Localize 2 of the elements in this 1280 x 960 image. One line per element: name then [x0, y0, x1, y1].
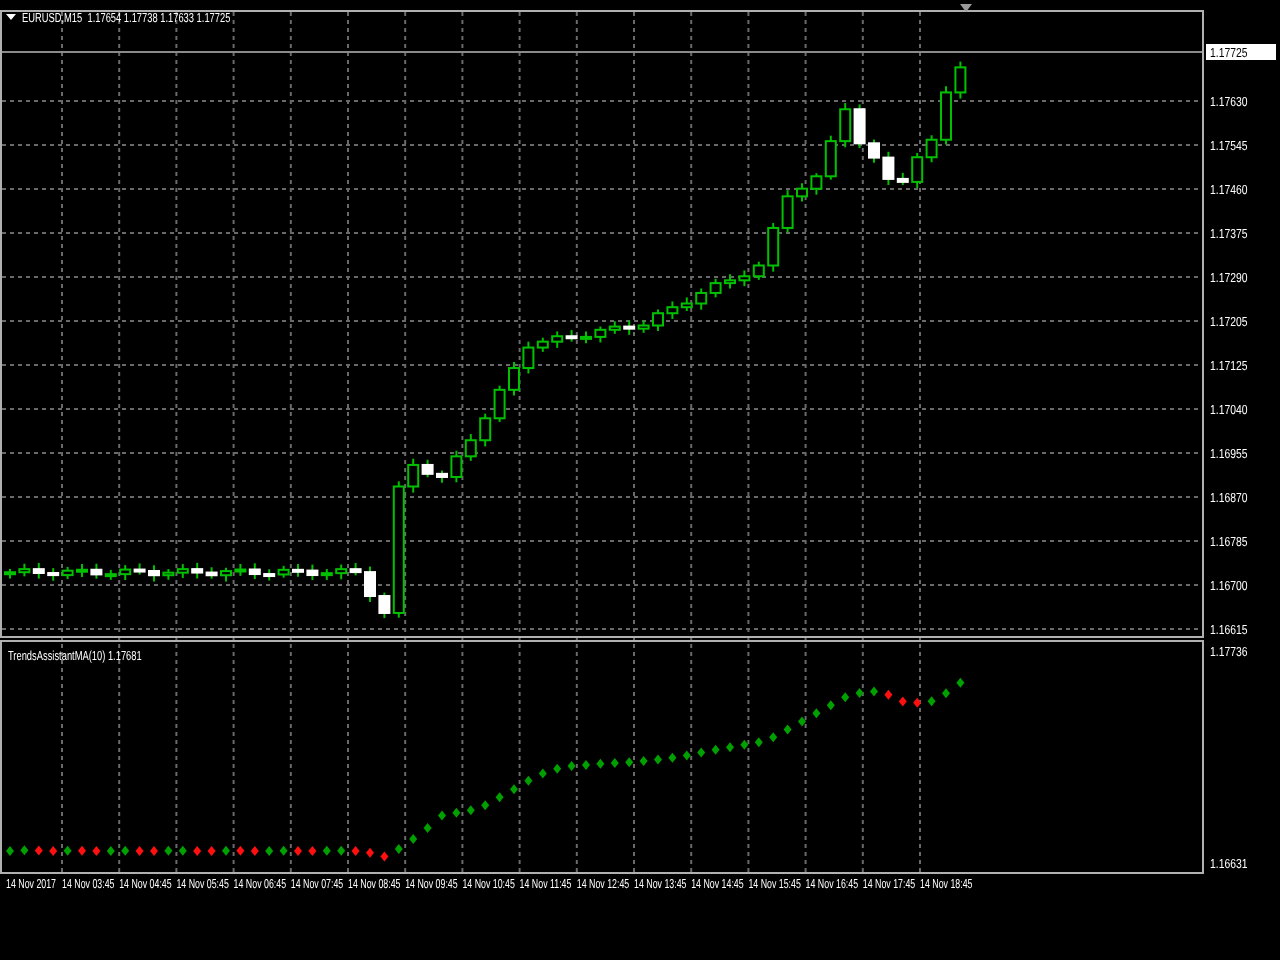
- dropdown-triangle-icon[interactable]: [6, 14, 16, 20]
- chart-shift-marker-icon[interactable]: [960, 4, 972, 12]
